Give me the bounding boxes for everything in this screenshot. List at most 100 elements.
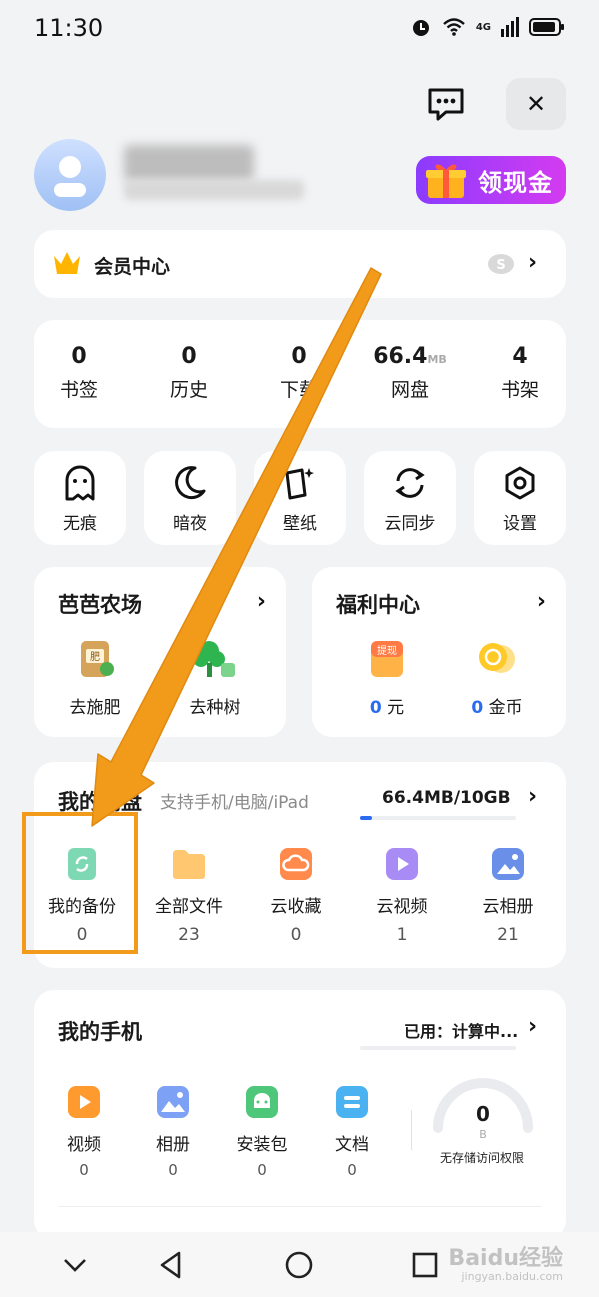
svg-text:S: S: [496, 258, 505, 273]
tool-wallpaper[interactable]: 壁纸: [254, 451, 346, 545]
disk-item-label: 全部文件: [155, 897, 223, 917]
wifi-icon: [443, 18, 465, 36]
nav-back-button[interactable]: [154, 1248, 188, 1282]
coin-balance-item[interactable]: 0 金币: [442, 637, 552, 718]
disk-item-count: 0: [290, 925, 302, 945]
cash-unit: 元: [387, 698, 405, 718]
tree-icon: [193, 641, 235, 677]
withdraw-badge-text: 提现: [377, 645, 397, 657]
member-center-label: 会员中心: [94, 256, 171, 278]
phone-item-apk[interactable]: 安装包 0: [222, 1084, 302, 1179]
stat-downloads[interactable]: 0 下载: [244, 344, 354, 402]
gauge-unit: B: [479, 1128, 487, 1141]
farm-card[interactable]: 芭芭农场 › 肥 去施肥 去种树: [34, 567, 286, 737]
get-cash-label: 领现金: [478, 168, 553, 197]
tool-label: 无痕: [63, 514, 97, 534]
video-file-icon: [68, 1086, 100, 1118]
disk-item-all-files[interactable]: 全部文件 23: [139, 846, 239, 945]
close-button[interactable]: ✕: [506, 78, 566, 130]
highlight-box: [22, 812, 138, 954]
disk-item-count: 23: [178, 925, 200, 945]
stat-cloud-disk[interactable]: 66.4MB 网盘: [355, 344, 465, 402]
fertilizer-bag-icon: 肥: [81, 641, 114, 677]
my-phone-card[interactable]: 我的手机 已用：计算中... › 视频 0 相册 0 安装包 0 文档 0 0 …: [34, 990, 566, 1240]
tool-label: 暗夜: [173, 514, 207, 534]
cloud-favorite-icon: [280, 848, 312, 880]
super-member-badge-icon: S: [488, 254, 514, 274]
user-icon: [54, 156, 86, 197]
phone-item-docs[interactable]: 文档 0: [312, 1084, 392, 1179]
fertilize-item[interactable]: 肥 去施肥: [40, 637, 150, 718]
close-icon: ✕: [525, 90, 547, 118]
get-cash-button[interactable]: 领现金: [416, 156, 566, 204]
phone-item-video[interactable]: 视频 0: [44, 1084, 124, 1179]
username-blurred: [124, 145, 254, 181]
document-icon: [336, 1086, 368, 1118]
disk-item-label: 云视频: [376, 897, 428, 917]
album-icon: [492, 848, 524, 880]
chevron-right-icon: ›: [536, 589, 546, 614]
disk-item-cloud-video[interactable]: 云视频 1: [352, 846, 452, 945]
ghost-icon: [65, 465, 95, 501]
tool-night-mode[interactable]: 暗夜: [144, 451, 236, 545]
nav-collapse-button[interactable]: [58, 1248, 92, 1282]
disk-item-count: 21: [497, 925, 519, 945]
stat-history[interactable]: 0 历史: [134, 344, 244, 402]
coin-value: 0: [471, 698, 484, 718]
no-storage-access: 无存储访问权限: [440, 1151, 525, 1165]
stat-label: 书架: [500, 379, 539, 401]
disk-item-count: 1: [396, 925, 408, 945]
video-icon: [386, 848, 418, 880]
plant-tree-label: 去种树: [189, 698, 241, 718]
chevron-right-icon: ›: [528, 784, 538, 809]
home-circle-icon: [285, 1251, 313, 1279]
welfare-card[interactable]: 福利中心 › 提现 0 元 0 金币: [312, 567, 566, 737]
tool-label: 设置: [503, 514, 537, 534]
cloud-disk-usage: 66.4MB/10GB: [382, 788, 511, 808]
stat-number: 0: [71, 344, 87, 369]
phone-item-count: 0: [347, 1161, 357, 1179]
chevron-right-icon: ›: [528, 1014, 538, 1039]
gift-icon: [426, 164, 466, 198]
phone-item-count: 0: [79, 1161, 89, 1179]
plant-tree-item[interactable]: 去种树: [160, 637, 270, 718]
usage-bar-fill: [360, 816, 372, 820]
back-triangle-icon: [160, 1251, 181, 1279]
farm-title: 芭芭农场: [58, 593, 142, 617]
avatar[interactable]: [34, 139, 106, 211]
disk-item-cloud-album[interactable]: 云相册 21: [458, 846, 558, 945]
gold-coin-icon: [479, 643, 515, 673]
battery-icon: [529, 18, 564, 36]
withdraw-icon: 提现: [371, 641, 403, 677]
chat-bubble-icon: [428, 88, 464, 121]
phone-item-label: 安装包: [236, 1135, 288, 1155]
disk-item-cloud-favorites[interactable]: 云收藏 0: [246, 846, 346, 945]
tool-cloud-sync[interactable]: 云同步: [364, 451, 456, 545]
settings-icon: [505, 466, 535, 500]
chevron-down-icon: [64, 1259, 86, 1272]
cloud-disk-subtitle: 支持手机/电脑/iPad: [160, 793, 309, 813]
alarm-icon: [412, 20, 429, 36]
nav-recents-button[interactable]: [408, 1248, 442, 1282]
tool-incognito[interactable]: 无痕: [34, 451, 126, 545]
tool-label: 云同步: [384, 514, 436, 534]
stat-bookshelf[interactable]: 4 书架: [465, 344, 575, 402]
stat-number: 4: [512, 344, 528, 369]
stat-label: 网盘: [390, 379, 429, 401]
phone-item-album[interactable]: 相册 0: [133, 1084, 213, 1179]
cash-value: 0: [369, 698, 382, 718]
crown-icon: [54, 252, 80, 274]
member-center[interactable]: 会员中心 S ›: [34, 230, 566, 298]
phone-item-count: 0: [257, 1161, 267, 1179]
fertilize-label: 去施肥: [69, 698, 121, 718]
stat-label: 历史: [169, 379, 208, 401]
nav-home-button[interactable]: [282, 1248, 316, 1282]
message-button[interactable]: [426, 84, 466, 124]
divider: [58, 1206, 542, 1207]
tool-settings[interactable]: 设置: [474, 451, 566, 545]
cash-balance-item[interactable]: 提现 0 元: [332, 637, 442, 718]
stat-label: 下载: [279, 379, 318, 401]
phone-item-label: 相册: [156, 1135, 190, 1155]
moon-icon: [175, 466, 206, 500]
stat-bookmarks[interactable]: 0 书签: [24, 344, 134, 402]
